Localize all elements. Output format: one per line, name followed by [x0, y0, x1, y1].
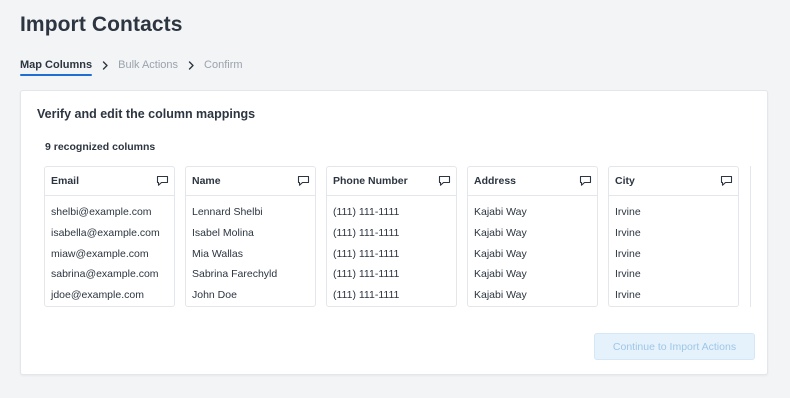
chevron-right-icon	[92, 59, 118, 71]
column-value: jdoe@example.com	[51, 289, 144, 302]
edit-mapping-icon[interactable]	[155, 174, 169, 188]
column-card-partial	[750, 166, 758, 307]
step-confirm[interactable]: Confirm	[204, 59, 243, 71]
column-header-label: Email	[51, 175, 80, 187]
continue-to-import-actions-button[interactable]: Continue to Import Actions	[594, 333, 755, 360]
column-value: Sabrina Farechyld	[192, 268, 278, 281]
stepper: Map Columns Bulk Actions Confirm	[20, 56, 243, 76]
column-value: (111) 111-1111	[333, 226, 400, 239]
column-value: miaw@example.com	[51, 247, 149, 260]
column-header: Name	[186, 167, 315, 196]
column-value: Isabel Molina	[192, 226, 254, 239]
edit-mapping-icon[interactable]	[437, 174, 451, 188]
column-value: isabella@example.com	[51, 226, 160, 239]
column-values: shelbi@example.com isabella@example.com mi…	[45, 196, 174, 306]
column-value: Kajabi Way	[474, 289, 527, 302]
column-header-label: Phone Number	[333, 175, 408, 187]
card-title: Verify and edit the column mappings	[37, 107, 256, 121]
column-value: Mia Wallas	[192, 247, 243, 260]
chevron-right-icon	[178, 59, 204, 71]
column-value: Kajabi Way	[474, 226, 527, 239]
column-values: (111) 111-1111 (111) 111-1111 (111) 111-11…	[327, 196, 456, 306]
recognized-columns-count: 9 recognized columns	[45, 141, 156, 153]
column-value: (111) 111-1111	[333, 289, 400, 302]
column-value: Lennard Shelbi	[192, 206, 263, 218]
column-header-label: City	[615, 175, 635, 187]
column-header: Email	[45, 167, 174, 196]
step-map-columns[interactable]: Map Columns	[20, 59, 93, 76]
edit-mapping-icon[interactable]	[296, 174, 310, 188]
column-value: Irvine	[615, 206, 641, 218]
column-header: City	[609, 167, 738, 196]
column-header: Address	[468, 167, 597, 196]
column-values: Lennard Shelbi Isabel Molina Mia Wallas Sab…	[186, 196, 315, 306]
column-values: Kajabi Way Kajabi Way Kajabi Way Kajabi Way…	[468, 196, 597, 306]
column-card: Phone Number (111) 111-1111 (111) 111-1111…	[326, 166, 457, 307]
column-header: Phone Number	[327, 167, 456, 196]
column-list[interactable]: Email shelbi@example.com isabella@example.…	[44, 166, 758, 307]
column-value: (111) 111-1111	[333, 268, 400, 281]
column-card: Name Lennard Shelbi Isabel Molina Mia Walla…	[185, 166, 316, 307]
column-value: Irvine	[615, 226, 641, 239]
column-header-label: Name	[192, 175, 221, 187]
column-value: sabrina@example.com	[51, 268, 159, 281]
edit-mapping-icon[interactable]	[578, 174, 592, 188]
column-value: Irvine	[615, 289, 641, 302]
column-value: Irvine	[615, 268, 641, 281]
column-card: City Irvine Irvine Irvine Irvine Irvine	[608, 166, 739, 307]
column-value: Kajabi Way	[474, 247, 527, 260]
column-card: Address Kajabi Way Kajabi Way Kajabi Way Kaj…	[467, 166, 598, 307]
column-mapping-card: Verify and edit the column mappings 9 re…	[20, 90, 768, 375]
column-value: Kajabi Way	[474, 268, 527, 281]
edit-mapping-icon[interactable]	[719, 174, 733, 188]
column-value: (111) 111-1111	[333, 206, 400, 218]
column-value: (111) 111-1111	[333, 247, 400, 260]
column-values: Irvine Irvine Irvine Irvine Irvine	[609, 196, 738, 306]
column-value: shelbi@example.com	[51, 206, 152, 218]
column-header-label: Address	[474, 175, 517, 187]
page-title: Import Contacts	[20, 13, 183, 36]
step-bulk-actions[interactable]: Bulk Actions	[118, 59, 178, 71]
column-value: Kajabi Way	[474, 206, 527, 218]
column-value: John Doe	[192, 289, 237, 302]
column-value: Irvine	[615, 247, 641, 260]
column-card: Email shelbi@example.com isabella@example.…	[44, 166, 175, 307]
